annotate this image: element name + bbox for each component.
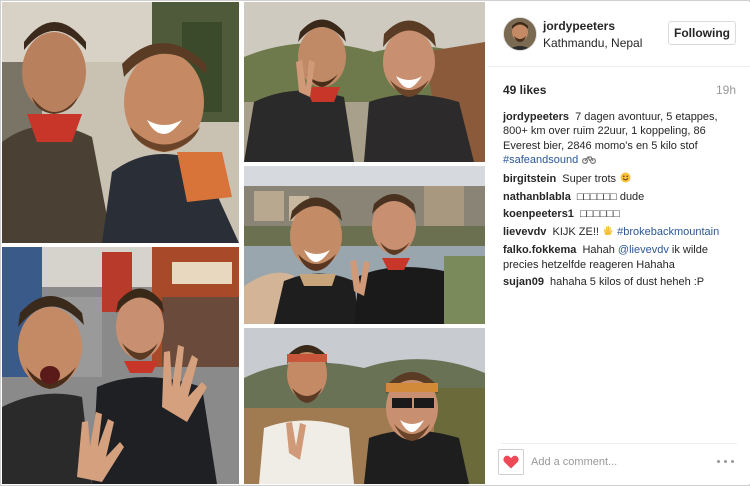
comment-username[interactable]: birgitstein — [503, 173, 556, 185]
divider — [501, 443, 737, 444]
list-item: koenpeeters1 □□□□□□ — [503, 207, 741, 221]
instagram-post-frame: jordypeeters Kathmandu, Nepal Following … — [0, 0, 750, 486]
more-options-icon[interactable] — [715, 454, 737, 468]
comment-username[interactable]: nathanblabla — [503, 191, 571, 203]
location-link[interactable]: Kathmandu, Nepal — [543, 36, 642, 50]
caption: jordypeeters 7 dagen avontuur, 5 etappes… — [503, 110, 741, 169]
photo-selfie-street — [2, 2, 239, 243]
photo-headbands — [244, 328, 485, 484]
comment-text: hahaha 5 kilos of dust heheh :P — [550, 276, 705, 289]
comment-text: □□□□□□ dude — [576, 191, 645, 204]
comment-username[interactable]: lievevdv — [503, 226, 546, 238]
comment-input[interactable] — [531, 452, 701, 472]
mention-link[interactable]: @lievevdv — [618, 244, 669, 256]
avatar[interactable] — [503, 17, 537, 51]
comment-username[interactable]: jordypeeters — [503, 111, 569, 123]
list-item: nathanblabla □□□□□□ dude — [503, 190, 741, 204]
post-timestamp[interactable]: 19h — [716, 83, 736, 97]
photo-peace-sign — [244, 2, 485, 162]
username-link[interactable]: jordypeeters — [543, 19, 615, 33]
comments-list: jordypeeters 7 dagen avontuur, 5 etappes… — [503, 110, 741, 292]
comment-text: Super trots — [562, 172, 617, 185]
post-header: jordypeeters Kathmandu, Nepal Following — [487, 2, 750, 67]
comment-username[interactable]: sujan09 — [503, 276, 544, 288]
post-details-panel: jordypeeters Kathmandu, Nepal Following … — [487, 2, 750, 484]
photo-town-view — [244, 166, 485, 324]
photo-five-fingers — [2, 247, 239, 484]
following-button[interactable]: Following — [668, 21, 736, 45]
heart-icon — [503, 455, 519, 469]
comment-username[interactable]: koenpeeters1 — [503, 208, 574, 220]
comment-text: Hahah — [582, 244, 615, 257]
list-item: birgitstein Super trots — [503, 172, 741, 187]
comment-text: □□□□□□ — [580, 208, 620, 221]
waving-hand-emoji — [603, 225, 613, 240]
photo-collage[interactable] — [2, 2, 485, 484]
motorcycle-icon — [582, 154, 597, 168]
like-button[interactable] — [498, 449, 524, 475]
comment-text: KIJK ZE!! — [552, 225, 599, 238]
hashtag-link[interactable]: #brokebackmountain — [617, 226, 719, 238]
list-item: lievevdv KIJK ZE!! #brokebackmountain — [503, 225, 741, 240]
likes-count[interactable]: 49 likes — [503, 83, 546, 97]
list-item: falko.fokkema Hahah @lievevdv ik wilde p… — [503, 243, 741, 272]
hashtag-link[interactable]: #safeandsound — [503, 154, 578, 166]
comment-username[interactable]: falko.fokkema — [503, 244, 576, 256]
list-item: sujan09 hahaha 5 kilos of dust heheh :P — [503, 275, 741, 289]
smiling-face-emoji — [620, 172, 631, 187]
